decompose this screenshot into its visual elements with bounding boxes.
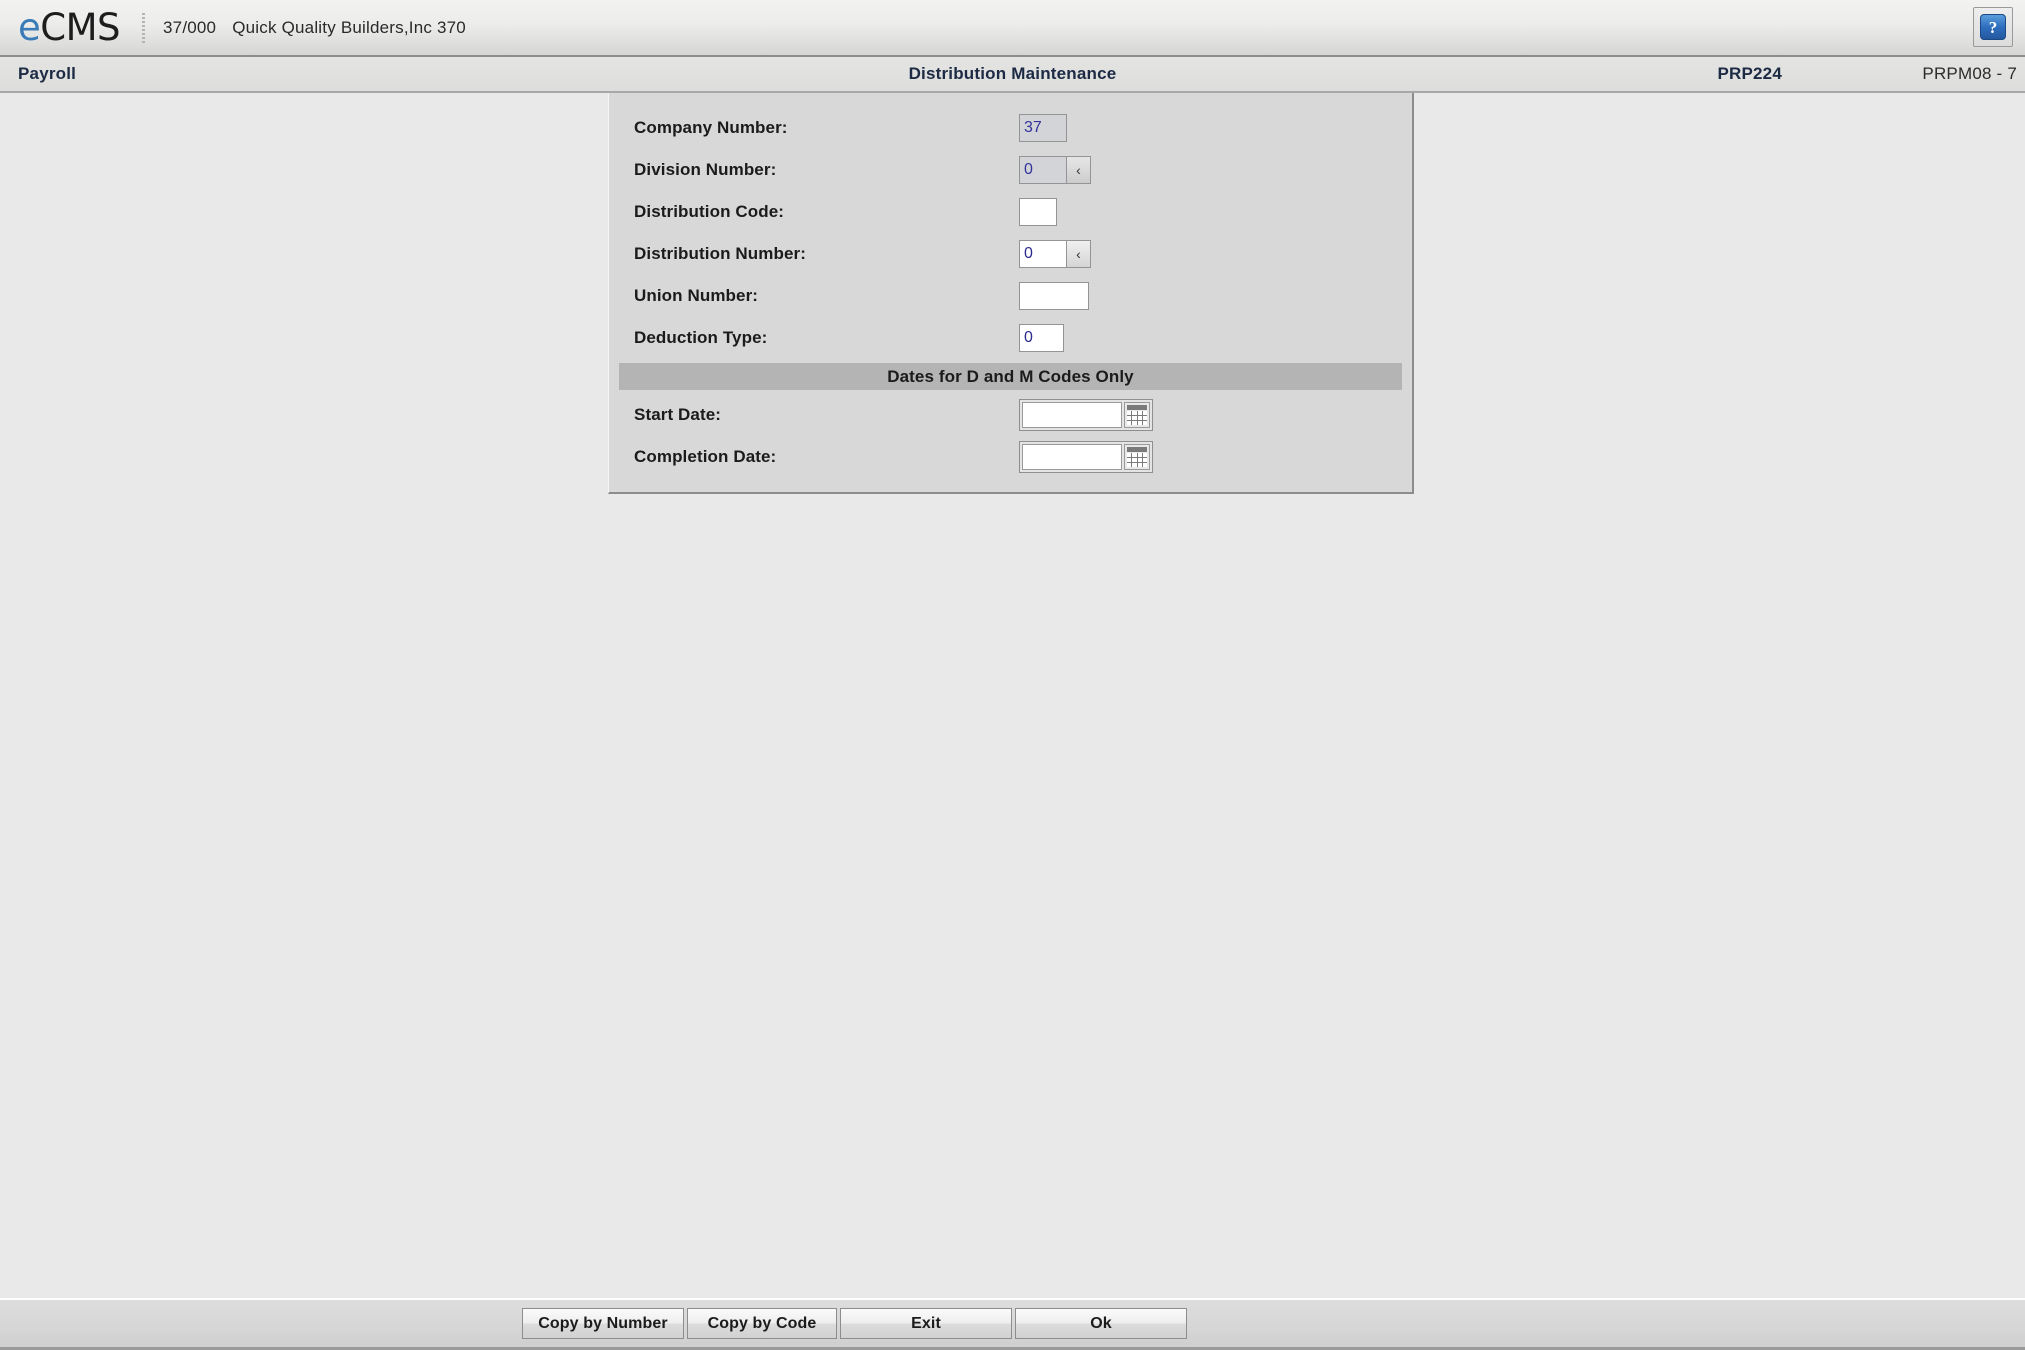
field-label: Division Number: — [634, 160, 777, 179]
drag-grip-icon — [142, 12, 146, 43]
field-control-group: ‹ — [1019, 156, 1091, 184]
field-control-group: ‹ — [1019, 240, 1091, 268]
copy-by-number-button[interactable]: Copy by Number — [522, 1308, 684, 1339]
chevron-left-prompt-icon[interactable]: ‹ — [1067, 156, 1091, 184]
question-mark-icon: ? — [1980, 14, 2006, 40]
company-name-text: Quick Quality Builders,Inc 370 — [232, 17, 466, 37]
copy-by-code-button[interactable]: Copy by Code — [687, 1308, 837, 1339]
application-window: eCMS 37/000 Quick Quality Builders,Inc 3… — [0, 0, 2025, 1350]
field-control-group — [1019, 114, 1067, 142]
main-content-area: Company Number:Division Number:‹Distribu… — [0, 93, 2025, 1298]
field-label: Distribution Number: — [634, 244, 806, 263]
field-label: Union Number: — [634, 286, 759, 305]
ok-button[interactable]: Ok — [1015, 1308, 1187, 1339]
form-row: Union Number: — [609, 275, 1412, 317]
completion-date-input[interactable] — [1022, 444, 1122, 470]
form-row: Distribution Code: — [609, 191, 1412, 233]
start-date-input[interactable] — [1022, 402, 1122, 428]
action-button-bar: Copy by Number Copy by Code Exit Ok — [0, 1298, 2025, 1350]
distribution-number-input[interactable] — [1019, 240, 1067, 268]
field-label: Deduction Type: — [634, 328, 768, 347]
division-number-input[interactable] — [1019, 156, 1067, 184]
union-number-input[interactable] — [1019, 282, 1089, 310]
footer-button-group: Copy by Number Copy by Code Exit Ok — [522, 1308, 1187, 1339]
field-label: Distribution Code: — [634, 202, 785, 221]
help-button[interactable]: ? — [1973, 7, 2013, 47]
company-number-input[interactable] — [1019, 114, 1067, 142]
form-row: Distribution Number: ‹ — [609, 233, 1412, 275]
form-row: Start Date: — [609, 394, 1412, 436]
logo-cms-text: CMS — [40, 6, 121, 49]
form-row: Completion Date: — [609, 436, 1412, 478]
field-label: Company Number: — [634, 118, 788, 137]
program-id-label: PRP224 — [1717, 64, 1782, 83]
calendar-icon[interactable] — [1124, 444, 1150, 470]
ecms-logo: eCMS — [18, 6, 121, 49]
chevron-left-prompt-icon[interactable]: ‹ — [1067, 240, 1091, 268]
form-row: Company Number: — [609, 107, 1412, 149]
form-row: Deduction Type: — [609, 317, 1412, 359]
field-label: Completion Date: — [634, 447, 777, 466]
screen-header-bar: Payroll Distribution Maintenance PRP224 … — [0, 57, 2025, 93]
form-row: Division Number: ‹ — [609, 149, 1412, 191]
company-id-text: 37/000 — [163, 17, 217, 37]
field-control-group — [1019, 198, 1057, 226]
deduction-type-input[interactable] — [1019, 324, 1064, 352]
screen-id-label: PRPM08 - 7 — [1922, 64, 2017, 83]
field-control-group — [1019, 282, 1089, 310]
date-picker-group — [1019, 399, 1153, 431]
distribution-code-input[interactable] — [1019, 198, 1057, 226]
logo-e-text: e — [18, 6, 41, 49]
brand-header-bar: eCMS 37/000 Quick Quality Builders,Inc 3… — [0, 0, 2025, 57]
section-header-dates: Dates for D and M Codes Only — [619, 363, 1402, 390]
date-picker-group — [1019, 441, 1153, 473]
exit-button[interactable]: Exit — [840, 1308, 1012, 1339]
field-label: Start Date: — [634, 405, 722, 424]
distribution-form-panel: Company Number:Division Number:‹Distribu… — [608, 93, 1414, 494]
field-control-group — [1019, 324, 1064, 352]
calendar-icon[interactable] — [1124, 402, 1150, 428]
